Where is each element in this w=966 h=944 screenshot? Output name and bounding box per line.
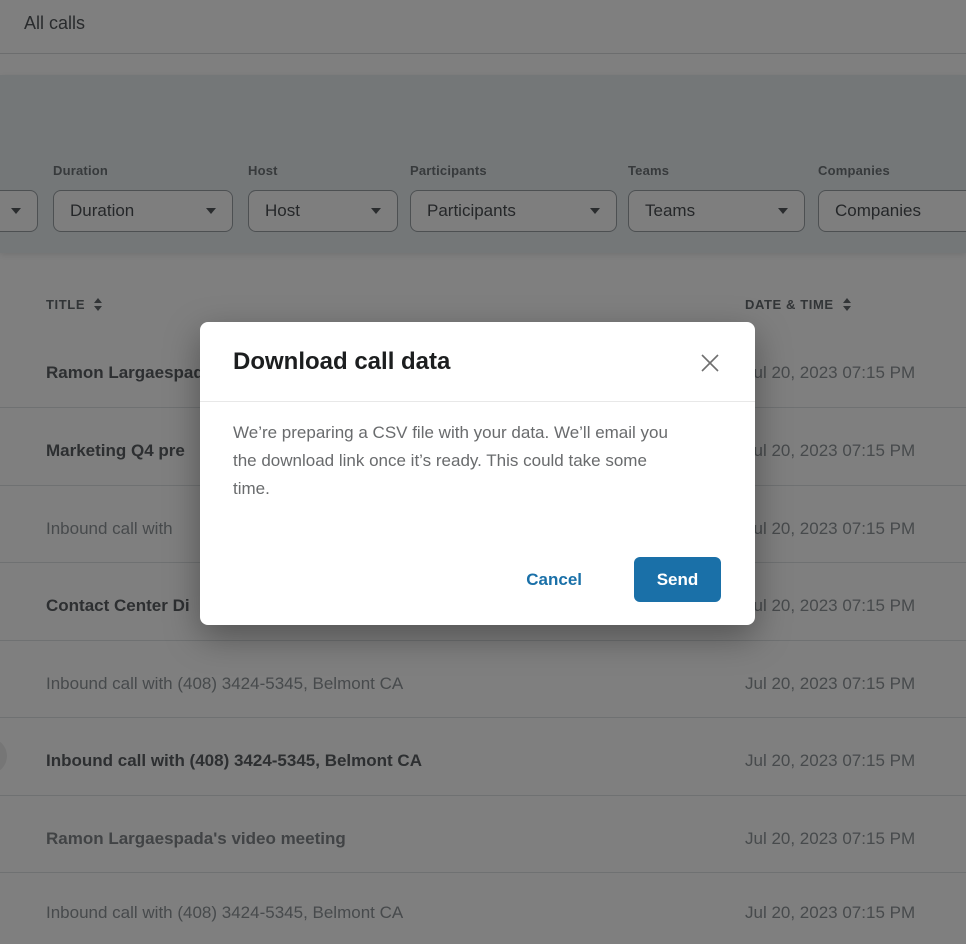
calls-page: All calls Duration Duration Host Host Pa… [0, 0, 966, 944]
cancel-button[interactable]: Cancel [526, 570, 582, 590]
close-icon[interactable] [698, 351, 722, 375]
dialog-text: time. [233, 475, 722, 503]
download-call-data-dialog: Download call data We’re preparing a CSV… [200, 322, 755, 625]
send-button[interactable]: Send [634, 557, 721, 602]
dialog-title: Download call data [233, 348, 450, 376]
dialog-footer: Cancel Send [200, 552, 755, 625]
dialog-header: Download call data [200, 322, 755, 402]
dialog-text: the download link once it’s ready. This … [233, 447, 722, 475]
dialog-text: We’re preparing a CSV file with your dat… [233, 419, 722, 447]
dialog-body: We’re preparing a CSV file with your dat… [200, 402, 755, 503]
